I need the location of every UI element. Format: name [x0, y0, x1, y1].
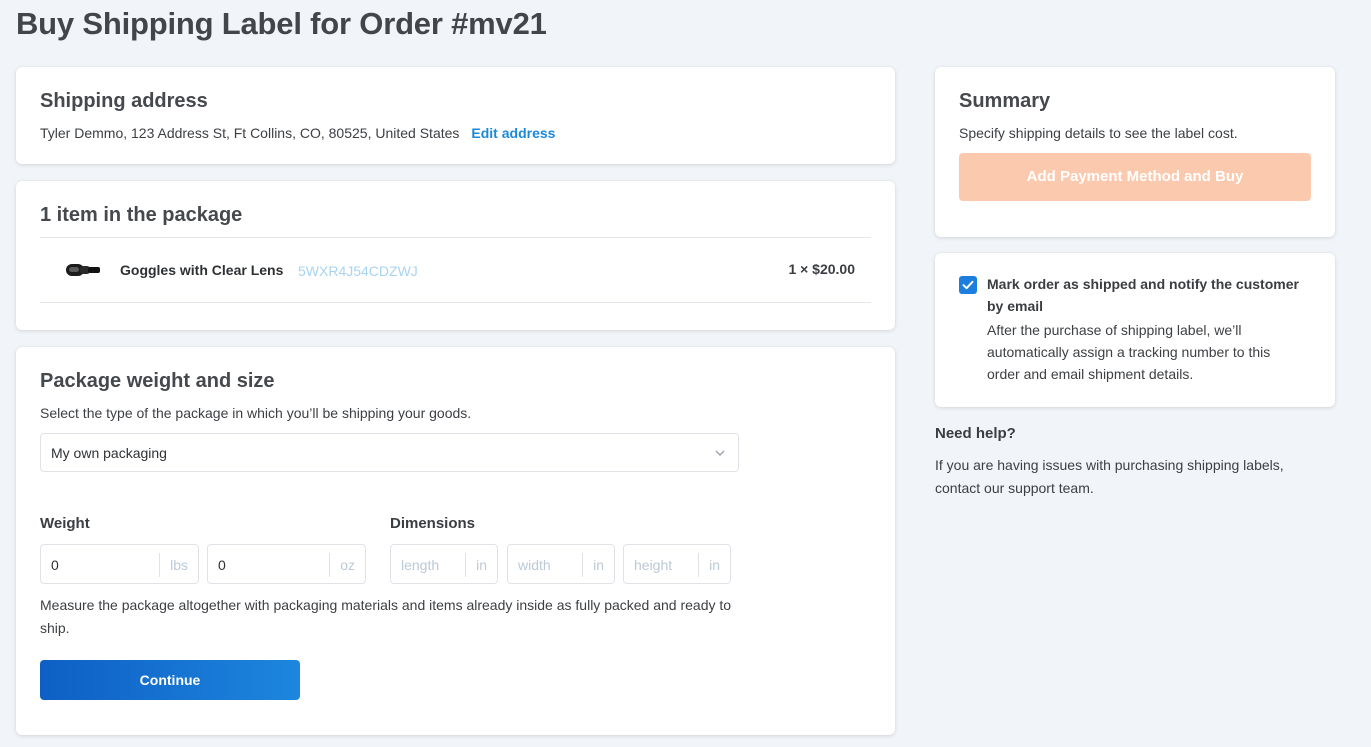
item-price: 1 × $20.00 — [788, 261, 855, 277]
weight-lbs-value: 0 — [51, 557, 59, 573]
width-placeholder: width — [518, 557, 551, 573]
package-size-description: Select the type of the package in which … — [40, 405, 472, 421]
height-unit: in — [698, 553, 730, 577]
width-input[interactable]: width in — [507, 544, 615, 584]
chevron-down-icon — [715, 450, 725, 456]
package-size-card: Package weight and size Select the type … — [16, 347, 895, 735]
goggles-thumbnail-icon — [66, 264, 100, 276]
weight-oz-value: 0 — [218, 557, 226, 573]
shipping-address-line: Tyler Demmo, 123 Address St, Ft Collins,… — [40, 125, 555, 141]
need-help-description: If you are having issues with purchasing… — [935, 457, 1284, 496]
add-payment-and-buy-button[interactable]: Add Payment Method and Buy — [959, 153, 1311, 201]
summary-description: Specify shipping details to see the labe… — [959, 125, 1238, 141]
weight-lbs-unit: lbs — [159, 553, 198, 577]
summary-card: Summary Specify shipping details to see … — [935, 67, 1335, 237]
mark-shipped-description: After the purchase of shipping label, we… — [987, 322, 1271, 382]
package-items-heading: 1 item in the package — [40, 204, 243, 226]
shipping-address-text: Tyler Demmo, 123 Address St, Ft Collins,… — [40, 125, 460, 141]
length-unit: in — [465, 553, 497, 577]
item-sku: 5WXR4J54CDZWJ — [298, 263, 418, 279]
package-items-card: 1 item in the package Goggles with Clear… — [16, 181, 895, 330]
length-placeholder: length — [401, 557, 440, 573]
shipping-address-card: Shipping address Tyler Demmo, 123 Addres… — [16, 67, 895, 164]
weight-lbs-input[interactable]: 0 lbs — [40, 544, 199, 584]
packaging-type-select[interactable]: My own packaging — [40, 433, 739, 472]
continue-button[interactable]: Continue — [40, 660, 300, 700]
mark-shipped-title: Mark order as shipped and notify the cus… — [987, 276, 1299, 314]
need-help-heading: Need help? — [935, 425, 1016, 442]
length-input[interactable]: length in — [390, 544, 498, 584]
weight-label: Weight — [40, 515, 90, 532]
shipping-address-heading: Shipping address — [40, 90, 208, 112]
list-item: Goggles with Clear Lens 5WXR4J54CDZWJ 1 … — [40, 237, 871, 303]
item-name: Goggles with Clear Lens — [120, 262, 284, 278]
height-input[interactable]: height in — [623, 544, 731, 584]
edit-address-link[interactable]: Edit address — [471, 125, 555, 141]
height-placeholder: height — [634, 557, 673, 573]
weight-oz-unit: oz — [329, 553, 365, 577]
checkmark-icon — [962, 280, 974, 290]
weight-oz-input[interactable]: 0 oz — [207, 544, 366, 584]
package-size-heading: Package weight and size — [40, 370, 275, 392]
package-measure-note: Measure the package altogether with pack… — [40, 597, 732, 636]
page-title: Buy Shipping Label for Order #mv21 — [16, 6, 547, 41]
dimensions-label: Dimensions — [390, 515, 476, 532]
summary-heading: Summary — [959, 90, 1051, 112]
mark-shipped-card: Mark order as shipped and notify the cus… — [935, 253, 1335, 407]
mark-shipped-checkbox[interactable] — [959, 276, 977, 294]
packaging-selected-value: My own packaging — [51, 445, 167, 461]
width-unit: in — [582, 553, 614, 577]
